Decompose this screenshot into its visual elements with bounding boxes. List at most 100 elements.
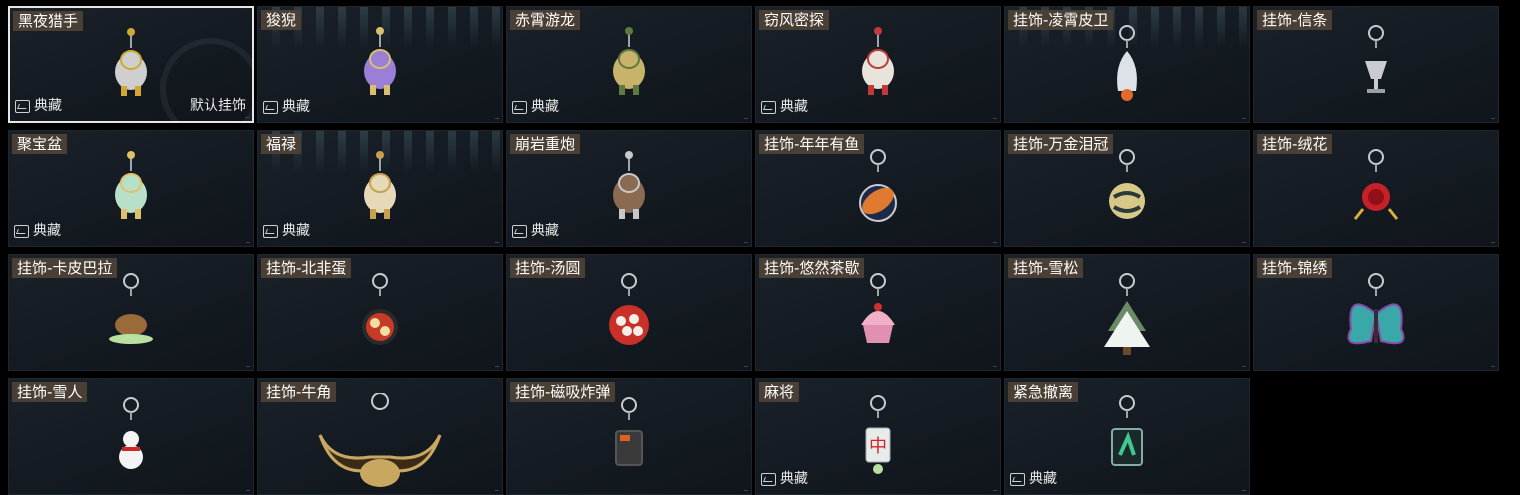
corner-mark xyxy=(1242,490,1246,491)
collection-label: 典藏 xyxy=(282,223,310,239)
pendant-card[interactable]: 黑夜猎手 典藏 默认挂饰 xyxy=(8,6,254,123)
corner-mark xyxy=(495,242,499,243)
pendant-card[interactable]: 聚宝盆 典藏 xyxy=(8,130,254,247)
collection-icon xyxy=(14,224,29,238)
pendant-card[interactable]: 挂饰-汤圆 xyxy=(506,254,752,371)
pendant-card[interactable]: 挂饰-悠然茶歇 xyxy=(755,254,1001,371)
collection-badge: 典藏 xyxy=(15,97,62,115)
rabbit-figure-icon xyxy=(862,27,894,95)
collection-icon xyxy=(263,100,278,114)
snowman-icon xyxy=(119,397,143,469)
pendant-title: 挂饰-雪人 xyxy=(12,382,88,402)
chalice-icon xyxy=(1365,25,1387,93)
corner-mark xyxy=(246,366,250,367)
pendant-card[interactable]: 麻将中典藏 xyxy=(755,378,1001,495)
collection-badge: 典藏 xyxy=(1010,470,1057,488)
pendant-title: 挂饰-雪松 xyxy=(1008,258,1084,278)
gold-orb-icon xyxy=(1109,149,1145,219)
pendant-title: 挂饰-卡皮巴拉 xyxy=(12,258,118,278)
pendant-card[interactable]: 挂饰-北非蛋 xyxy=(257,254,503,371)
pendant-title: 窃风密探 xyxy=(759,10,830,30)
pendant-card[interactable]: 狻猊 典藏 xyxy=(257,6,503,123)
cupcake-icon xyxy=(861,273,895,343)
corner-mark xyxy=(1242,366,1246,367)
mahjong-tile-icon: 中 xyxy=(865,395,891,474)
pendant-title: 挂饰-磁吸炸弹 xyxy=(510,382,616,402)
svg-text:中: 中 xyxy=(869,436,887,457)
pendant-card[interactable]: 挂饰-信条 xyxy=(1253,6,1499,123)
collection-badge: 典藏 xyxy=(263,222,310,240)
pendant-card[interactable]: 紧急撤离 典藏 xyxy=(1004,378,1250,495)
collection-label: 典藏 xyxy=(780,471,808,487)
pendant-card[interactable]: 福禄 典藏 xyxy=(257,130,503,247)
cannon-figure-icon xyxy=(613,151,645,219)
collection-label: 典藏 xyxy=(1029,471,1057,487)
pendant-card[interactable]: 挂饰-万金泪冠 xyxy=(1004,130,1250,247)
hunter-figure-icon xyxy=(115,28,147,96)
dragon-figure-icon xyxy=(613,27,645,95)
pendant-card[interactable]: 挂饰-卡皮巴拉 xyxy=(8,254,254,371)
corner-mark xyxy=(1491,242,1495,243)
pendant-title: 挂饰-年年有鱼 xyxy=(759,134,865,154)
corner-mark xyxy=(993,242,997,243)
corner-mark xyxy=(1491,118,1495,119)
lion-figure-icon xyxy=(364,27,396,95)
pendant-card[interactable]: 挂饰-雪松 xyxy=(1004,254,1250,371)
pendant-card[interactable]: 挂饰-年年有鱼 xyxy=(755,130,1001,247)
collection-icon xyxy=(1010,472,1025,486)
corner-mark xyxy=(744,490,748,491)
corner-mark xyxy=(744,366,748,367)
collection-badge: 典藏 xyxy=(512,222,559,240)
collection-label: 典藏 xyxy=(531,99,559,115)
pendant-title: 挂饰-牛角 xyxy=(261,382,337,402)
pendant-card[interactable]: 挂饰-牛角 xyxy=(257,378,503,495)
collection-label: 典藏 xyxy=(780,99,808,115)
pendant-title: 挂饰-北非蛋 xyxy=(261,258,352,278)
corner-mark xyxy=(495,366,499,367)
bull-horns-icon xyxy=(318,393,442,487)
rose-icon xyxy=(1353,149,1399,220)
corner-mark xyxy=(246,242,250,243)
pendant-card[interactable]: 赤霄游龙 典藏 xyxy=(506,6,752,123)
collection-label: 典藏 xyxy=(282,99,310,115)
corner-mark xyxy=(246,490,250,491)
pendant-title: 挂饰-万金泪冠 xyxy=(1008,134,1114,154)
corner-mark xyxy=(1242,242,1246,243)
collection-badge: 典藏 xyxy=(263,98,310,116)
pendant-title: 挂饰-信条 xyxy=(1257,10,1333,30)
pendant-card[interactable]: 挂饰-雪人 xyxy=(8,378,254,495)
collection-icon xyxy=(512,100,527,114)
pendant-title: 黑夜猎手 xyxy=(13,11,84,31)
pendant-title: 赤霄游龙 xyxy=(510,10,581,30)
collection-badge: 典藏 xyxy=(761,98,808,116)
corner-mark xyxy=(993,366,997,367)
corner-mark xyxy=(495,490,499,491)
corner-mark xyxy=(744,118,748,119)
pendant-card[interactable]: 窃风密探 典藏 xyxy=(755,6,1001,123)
corner-mark xyxy=(1491,366,1495,367)
pendant-card[interactable]: 挂饰-磁吸炸弹 xyxy=(506,378,752,495)
pendant-card[interactable]: 崩岩重炮 典藏 xyxy=(506,130,752,247)
fish-plate-icon xyxy=(859,149,897,222)
default-pendant-label: 默认挂饰 xyxy=(190,98,246,114)
corner-mark xyxy=(495,118,499,119)
pendant-title: 狻猊 xyxy=(261,10,302,30)
collection-icon xyxy=(512,224,527,238)
pendant-title: 聚宝盆 xyxy=(12,134,68,154)
collection-badge: 典藏 xyxy=(14,222,61,240)
corner-mark xyxy=(993,118,997,119)
collection-label: 典藏 xyxy=(34,98,62,114)
exit-sign-icon xyxy=(1111,395,1143,466)
pendant-card[interactable]: 挂饰-绒花 xyxy=(1253,130,1499,247)
pendant-card[interactable]: 挂饰-凌霄皮卫 xyxy=(1004,6,1250,123)
collection-icon xyxy=(761,472,776,486)
collection-icon xyxy=(761,100,776,114)
capybara-icon xyxy=(109,273,153,344)
pendant-title: 紧急撤离 xyxy=(1008,382,1079,402)
gourd-icon xyxy=(364,151,396,219)
collection-badge: 典藏 xyxy=(761,470,808,488)
pendant-card[interactable]: 挂饰-锦绣 xyxy=(1253,254,1499,371)
pendant-title: 挂饰-汤圆 xyxy=(510,258,586,278)
collection-label: 典藏 xyxy=(531,223,559,239)
butterfly-icon xyxy=(1347,273,1405,345)
